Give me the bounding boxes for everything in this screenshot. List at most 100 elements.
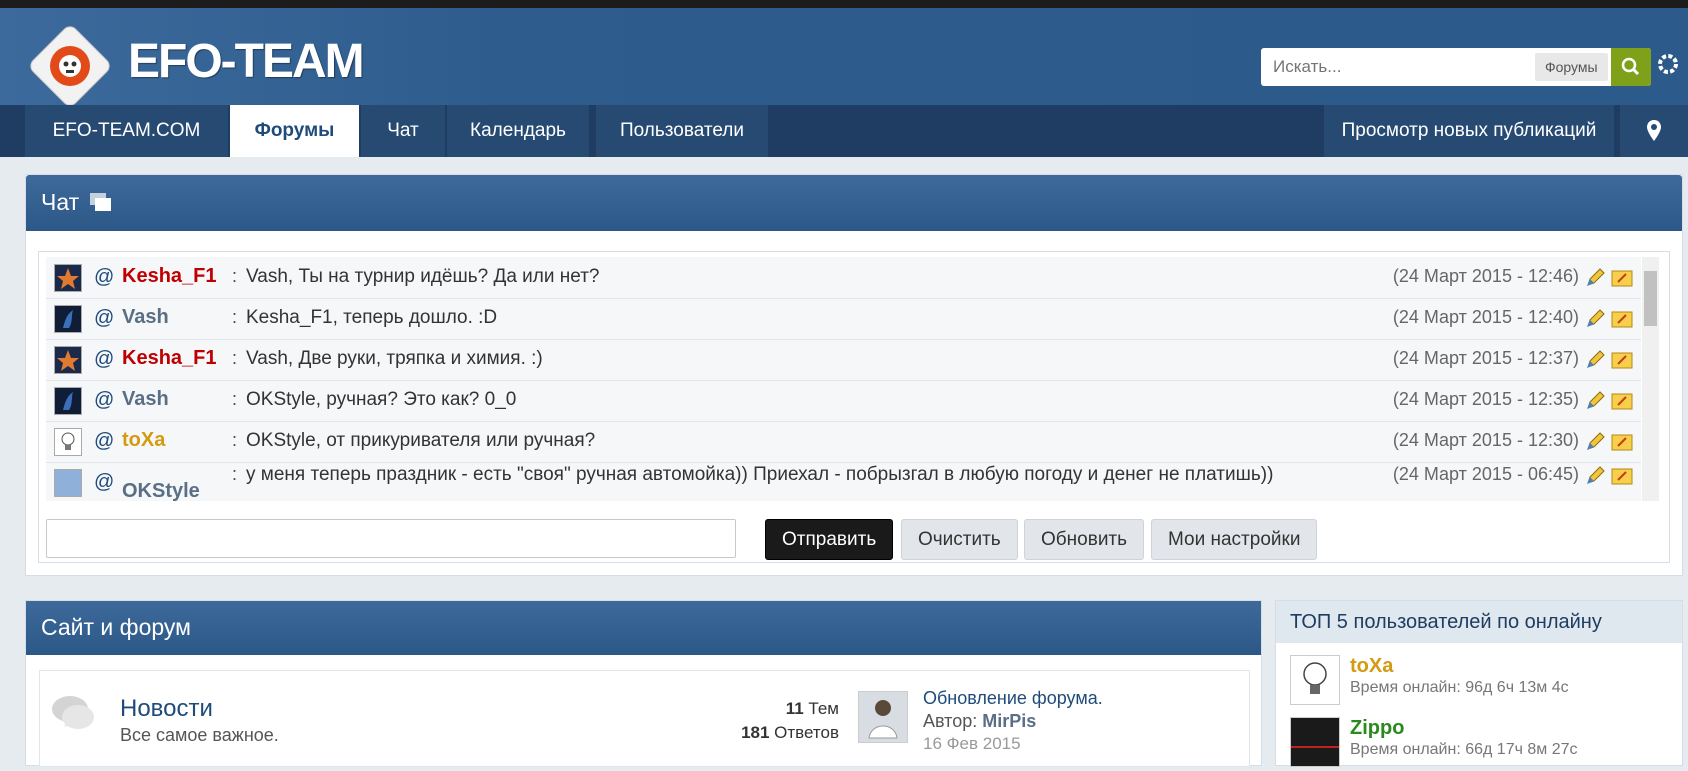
topics-count: 11 <box>785 699 804 718</box>
avatar[interactable] <box>54 469 82 497</box>
forum-category-header: Сайт и форум <box>26 601 1261 655</box>
chat-box: @ Kesha_F1 : Vash, Ты на турнир идёшь? Д… <box>38 251 1670 563</box>
gear-icon[interactable] <box>1656 52 1680 76</box>
author-label: Автор: <box>923 711 978 731</box>
author-link[interactable]: MirPis <box>982 711 1036 731</box>
at-mention-button[interactable]: @ <box>94 389 114 412</box>
nav-item-home[interactable]: EFO-TEAM.COM <box>25 105 228 157</box>
pencil-icon[interactable] <box>1585 348 1607 370</box>
pencil-icon[interactable] <box>1585 307 1607 329</box>
chat-scrollbar[interactable] <box>1642 257 1659 501</box>
chat-message: @ OKStyle : у меня теперь праздник - ест… <box>46 462 1641 501</box>
chat-username[interactable]: OKStyle <box>122 480 200 501</box>
forum-row: Новости Все самое важное. 11 Тем 181 Отв… <box>39 670 1250 767</box>
avatar[interactable] <box>54 264 82 292</box>
top-user-item: Zippo Время онлайн: 66д 17ч 8м 27с <box>1290 717 1670 771</box>
chat-bubbles-icon <box>52 696 94 729</box>
chat-message: @ Vash : OKStyle, ручная? Это как? 0_0 (… <box>46 380 1641 422</box>
chat-username[interactable]: Vash <box>122 306 169 329</box>
chat-message-list[interactable]: @ Kesha_F1 : Vash, Ты на турнир идёшь? Д… <box>46 257 1641 501</box>
quote-icon[interactable] <box>1611 350 1635 370</box>
chat-time: (24 Март 2015 - 12:40) <box>1392 307 1579 327</box>
at-mention-button[interactable]: @ <box>94 471 114 494</box>
nav-item-chat[interactable]: Чат <box>361 105 445 157</box>
avatar[interactable] <box>858 691 908 743</box>
chat-panel-header: Чат <box>26 175 1682 231</box>
at-mention-button[interactable]: @ <box>94 307 114 330</box>
top-strip <box>0 0 1688 8</box>
search-box: Форумы <box>1261 48 1651 86</box>
quote-icon[interactable] <box>1611 268 1635 288</box>
replies-stat: 181 Ответов <box>741 723 839 743</box>
quote-icon[interactable] <box>1611 391 1635 411</box>
colon: : <box>232 307 238 327</box>
at-mention-button[interactable]: @ <box>94 430 114 453</box>
search-button[interactable] <box>1611 48 1651 86</box>
colon: : <box>232 464 238 484</box>
pencil-icon[interactable] <box>1585 389 1607 411</box>
quote-icon[interactable] <box>1611 309 1635 329</box>
chat-username[interactable]: Kesha_F1 <box>122 347 217 370</box>
quote-icon[interactable] <box>1611 432 1635 452</box>
avatar[interactable] <box>54 387 82 415</box>
forum-title[interactable]: Новости <box>120 695 213 723</box>
topics-stat: 11 Тем <box>786 699 839 719</box>
chat-message-input[interactable] <box>46 519 736 558</box>
pencil-icon[interactable] <box>1585 464 1607 486</box>
forum-description: Все самое важное. <box>120 725 279 745</box>
refresh-button[interactable]: Обновить <box>1024 519 1145 560</box>
replies-label: Ответов <box>774 723 839 742</box>
send-button[interactable]: Отправить <box>765 519 894 560</box>
scrollbar-thumb[interactable] <box>1644 271 1657 326</box>
main-nav: EFO-TEAM.COM Форумы Чат Календарь Пользо… <box>0 105 1688 157</box>
topics-label: Тем <box>808 699 839 718</box>
pencil-icon[interactable] <box>1585 430 1607 452</box>
chat-time: (24 Март 2015 - 12:37) <box>1392 348 1579 368</box>
chat-username[interactable]: toXa <box>122 429 165 452</box>
last-post-title[interactable]: Обновление форума. <box>923 688 1103 709</box>
colon: : <box>232 266 238 286</box>
pencil-icon[interactable] <box>1585 266 1607 288</box>
top-user-name[interactable]: toXa <box>1350 655 1393 678</box>
popout-icon[interactable] <box>89 191 113 213</box>
chat-title: Чат <box>41 189 80 215</box>
forum-category: Сайт и форум Новости Все самое важное. 1… <box>25 600 1262 767</box>
logo-text[interactable]: EFO-TEAM <box>128 34 365 89</box>
at-mention-button[interactable]: @ <box>94 348 114 371</box>
last-post-author: Автор: MirPis <box>923 711 1036 732</box>
quote-icon[interactable] <box>1611 466 1635 486</box>
location-icon[interactable] <box>1620 105 1688 157</box>
top-users-title: ТОП 5 пользователей по онлайну <box>1290 611 1602 633</box>
colon: : <box>232 348 238 368</box>
clear-button[interactable]: Очистить <box>901 519 1018 560</box>
chat-time: (24 Март 2015 - 12:46) <box>1392 266 1579 286</box>
top-users-header: ТОП 5 пользователей по онлайну <box>1276 601 1682 643</box>
avatar[interactable] <box>54 428 82 456</box>
logo-icon[interactable] <box>30 26 110 106</box>
chat-message: @ Kesha_F1 : Vash, Две руки, тряпка и хи… <box>46 339 1641 381</box>
chat-text: Kesha_F1, теперь дошло. :D <box>246 307 498 328</box>
nav-new-posts[interactable]: Просмотр новых публикаций <box>1324 105 1614 157</box>
top-user-name[interactable]: Zippo <box>1350 717 1404 740</box>
chat-username[interactable]: Vash <box>122 388 169 411</box>
top-users-widget: ТОП 5 пользователей по онлайну toXa Врем… <box>1275 600 1683 767</box>
avatar[interactable] <box>54 346 82 374</box>
search-scope-button[interactable]: Форумы <box>1535 53 1608 81</box>
chat-username[interactable]: Kesha_F1 <box>122 265 217 288</box>
chat-message: @ Vash : Kesha_F1, теперь дошло. :D (24 … <box>46 298 1641 340</box>
chat-text: у меня теперь праздник - есть "своя" руч… <box>246 464 1274 485</box>
forum-category-title[interactable]: Сайт и форум <box>41 614 191 641</box>
search-input[interactable] <box>1271 56 1515 78</box>
chat-message: @ Kesha_F1 : Vash, Ты на турнир идёшь? Д… <box>46 257 1641 299</box>
at-mention-button[interactable]: @ <box>94 266 114 289</box>
site-header: EFO-TEAM Форумы <box>0 8 1688 106</box>
my-settings-button[interactable]: Мои настройки <box>1151 519 1318 560</box>
chat-text: OKStyle, от прикуривателя или ручная? <box>246 430 596 451</box>
avatar[interactable] <box>1290 717 1340 767</box>
chat-time: (24 Март 2015 - 12:35) <box>1392 389 1579 409</box>
nav-item-calendar[interactable]: Календарь <box>447 105 589 157</box>
nav-item-users[interactable]: Пользователи <box>596 105 768 157</box>
avatar[interactable] <box>54 305 82 333</box>
nav-item-forums[interactable]: Форумы <box>230 105 359 157</box>
avatar[interactable] <box>1290 655 1340 705</box>
